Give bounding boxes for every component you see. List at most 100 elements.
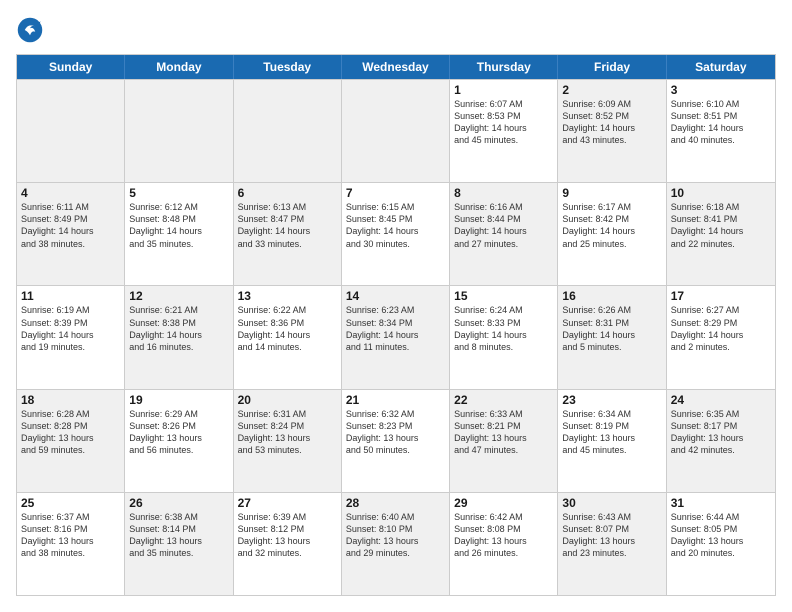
cal-cell-24: 24Sunrise: 6:35 AM Sunset: 8:17 PM Dayli… [667,390,775,492]
day-number-10: 10 [671,186,771,200]
cal-cell-15: 15Sunrise: 6:24 AM Sunset: 8:33 PM Dayli… [450,286,558,388]
cal-cell-20: 20Sunrise: 6:31 AM Sunset: 8:24 PM Dayli… [234,390,342,492]
day-number-28: 28 [346,496,445,510]
day-number-13: 13 [238,289,337,303]
cell-info-29: Sunrise: 6:42 AM Sunset: 8:08 PM Dayligh… [454,511,553,560]
cal-cell-17: 17Sunrise: 6:27 AM Sunset: 8:29 PM Dayli… [667,286,775,388]
cell-info-4: Sunrise: 6:11 AM Sunset: 8:49 PM Dayligh… [21,201,120,250]
cell-info-3: Sunrise: 6:10 AM Sunset: 8:51 PM Dayligh… [671,98,771,147]
cal-cell-13: 13Sunrise: 6:22 AM Sunset: 8:36 PM Dayli… [234,286,342,388]
day-number-8: 8 [454,186,553,200]
cal-cell-1: 1Sunrise: 6:07 AM Sunset: 8:53 PM Daylig… [450,80,558,182]
cell-info-27: Sunrise: 6:39 AM Sunset: 8:12 PM Dayligh… [238,511,337,560]
day-number-4: 4 [21,186,120,200]
cell-info-8: Sunrise: 6:16 AM Sunset: 8:44 PM Dayligh… [454,201,553,250]
cell-info-7: Sunrise: 6:15 AM Sunset: 8:45 PM Dayligh… [346,201,445,250]
day-number-31: 31 [671,496,771,510]
day-number-15: 15 [454,289,553,303]
cal-cell-10: 10Sunrise: 6:18 AM Sunset: 8:41 PM Dayli… [667,183,775,285]
cell-info-16: Sunrise: 6:26 AM Sunset: 8:31 PM Dayligh… [562,304,661,353]
cal-cell-7: 7Sunrise: 6:15 AM Sunset: 8:45 PM Daylig… [342,183,450,285]
cal-cell-18: 18Sunrise: 6:28 AM Sunset: 8:28 PM Dayli… [17,390,125,492]
cell-info-24: Sunrise: 6:35 AM Sunset: 8:17 PM Dayligh… [671,408,771,457]
cal-header-sunday: Sunday [17,55,125,79]
day-number-26: 26 [129,496,228,510]
calendar-header-row: SundayMondayTuesdayWednesdayThursdayFrid… [17,55,775,79]
cal-header-saturday: Saturday [667,55,775,79]
cell-info-1: Sunrise: 6:07 AM Sunset: 8:53 PM Dayligh… [454,98,553,147]
cal-cell-3: 3Sunrise: 6:10 AM Sunset: 8:51 PM Daylig… [667,80,775,182]
day-number-21: 21 [346,393,445,407]
day-number-14: 14 [346,289,445,303]
cell-info-17: Sunrise: 6:27 AM Sunset: 8:29 PM Dayligh… [671,304,771,353]
day-number-6: 6 [238,186,337,200]
cal-cell-6: 6Sunrise: 6:13 AM Sunset: 8:47 PM Daylig… [234,183,342,285]
cal-cell-16: 16Sunrise: 6:26 AM Sunset: 8:31 PM Dayli… [558,286,666,388]
day-number-25: 25 [21,496,120,510]
cell-info-13: Sunrise: 6:22 AM Sunset: 8:36 PM Dayligh… [238,304,337,353]
cell-info-2: Sunrise: 6:09 AM Sunset: 8:52 PM Dayligh… [562,98,661,147]
cal-cell-22: 22Sunrise: 6:33 AM Sunset: 8:21 PM Dayli… [450,390,558,492]
day-number-1: 1 [454,83,553,97]
day-number-7: 7 [346,186,445,200]
logo-icon [16,16,44,44]
cal-cell-empty-3 [342,80,450,182]
page: SundayMondayTuesdayWednesdayThursdayFrid… [0,0,792,612]
cal-header-tuesday: Tuesday [234,55,342,79]
day-number-22: 22 [454,393,553,407]
cal-cell-29: 29Sunrise: 6:42 AM Sunset: 8:08 PM Dayli… [450,493,558,595]
cal-row-1: 4Sunrise: 6:11 AM Sunset: 8:49 PM Daylig… [17,182,775,285]
cal-cell-2: 2Sunrise: 6:09 AM Sunset: 8:52 PM Daylig… [558,80,666,182]
cal-cell-5: 5Sunrise: 6:12 AM Sunset: 8:48 PM Daylig… [125,183,233,285]
cell-info-5: Sunrise: 6:12 AM Sunset: 8:48 PM Dayligh… [129,201,228,250]
cell-info-10: Sunrise: 6:18 AM Sunset: 8:41 PM Dayligh… [671,201,771,250]
cell-info-14: Sunrise: 6:23 AM Sunset: 8:34 PM Dayligh… [346,304,445,353]
day-number-17: 17 [671,289,771,303]
cal-header-wednesday: Wednesday [342,55,450,79]
cell-info-11: Sunrise: 6:19 AM Sunset: 8:39 PM Dayligh… [21,304,120,353]
day-number-19: 19 [129,393,228,407]
cal-cell-19: 19Sunrise: 6:29 AM Sunset: 8:26 PM Dayli… [125,390,233,492]
cell-info-26: Sunrise: 6:38 AM Sunset: 8:14 PM Dayligh… [129,511,228,560]
cal-cell-9: 9Sunrise: 6:17 AM Sunset: 8:42 PM Daylig… [558,183,666,285]
cal-row-3: 18Sunrise: 6:28 AM Sunset: 8:28 PM Dayli… [17,389,775,492]
day-number-3: 3 [671,83,771,97]
cal-cell-27: 27Sunrise: 6:39 AM Sunset: 8:12 PM Dayli… [234,493,342,595]
logo [16,16,48,44]
calendar-body: 1Sunrise: 6:07 AM Sunset: 8:53 PM Daylig… [17,79,775,595]
day-number-16: 16 [562,289,661,303]
cal-cell-26: 26Sunrise: 6:38 AM Sunset: 8:14 PM Dayli… [125,493,233,595]
cal-header-friday: Friday [558,55,666,79]
cal-row-4: 25Sunrise: 6:37 AM Sunset: 8:16 PM Dayli… [17,492,775,595]
cell-info-21: Sunrise: 6:32 AM Sunset: 8:23 PM Dayligh… [346,408,445,457]
cell-info-25: Sunrise: 6:37 AM Sunset: 8:16 PM Dayligh… [21,511,120,560]
cell-info-20: Sunrise: 6:31 AM Sunset: 8:24 PM Dayligh… [238,408,337,457]
day-number-5: 5 [129,186,228,200]
cal-cell-empty-0 [17,80,125,182]
cal-cell-23: 23Sunrise: 6:34 AM Sunset: 8:19 PM Dayli… [558,390,666,492]
cal-header-thursday: Thursday [450,55,558,79]
cell-info-31: Sunrise: 6:44 AM Sunset: 8:05 PM Dayligh… [671,511,771,560]
day-number-12: 12 [129,289,228,303]
cal-cell-25: 25Sunrise: 6:37 AM Sunset: 8:16 PM Dayli… [17,493,125,595]
cell-info-19: Sunrise: 6:29 AM Sunset: 8:26 PM Dayligh… [129,408,228,457]
cal-cell-28: 28Sunrise: 6:40 AM Sunset: 8:10 PM Dayli… [342,493,450,595]
cell-info-23: Sunrise: 6:34 AM Sunset: 8:19 PM Dayligh… [562,408,661,457]
cell-info-28: Sunrise: 6:40 AM Sunset: 8:10 PM Dayligh… [346,511,445,560]
cell-info-12: Sunrise: 6:21 AM Sunset: 8:38 PM Dayligh… [129,304,228,353]
cal-cell-12: 12Sunrise: 6:21 AM Sunset: 8:38 PM Dayli… [125,286,233,388]
cal-cell-empty-2 [234,80,342,182]
cal-cell-4: 4Sunrise: 6:11 AM Sunset: 8:49 PM Daylig… [17,183,125,285]
cal-cell-empty-1 [125,80,233,182]
day-number-18: 18 [21,393,120,407]
day-number-27: 27 [238,496,337,510]
calendar: SundayMondayTuesdayWednesdayThursdayFrid… [16,54,776,596]
cell-info-15: Sunrise: 6:24 AM Sunset: 8:33 PM Dayligh… [454,304,553,353]
day-number-29: 29 [454,496,553,510]
cal-row-2: 11Sunrise: 6:19 AM Sunset: 8:39 PM Dayli… [17,285,775,388]
day-number-11: 11 [21,289,120,303]
day-number-23: 23 [562,393,661,407]
cal-cell-8: 8Sunrise: 6:16 AM Sunset: 8:44 PM Daylig… [450,183,558,285]
cell-info-30: Sunrise: 6:43 AM Sunset: 8:07 PM Dayligh… [562,511,661,560]
day-number-30: 30 [562,496,661,510]
